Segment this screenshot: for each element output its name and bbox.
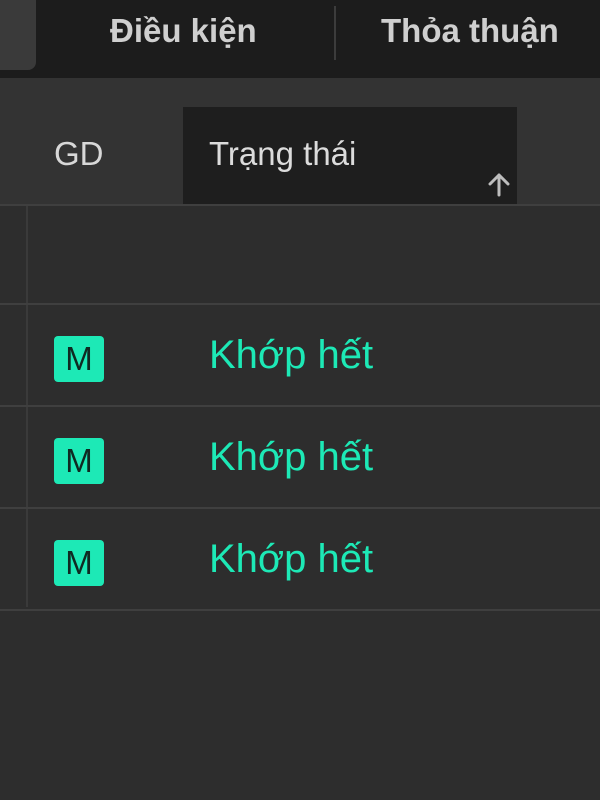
column-header-gd[interactable]: GD (54, 135, 104, 173)
column-header-status[interactable]: Trạng thái (183, 107, 517, 204)
active-tab-edge[interactable] (0, 0, 36, 70)
tab-thoa-thuan[interactable]: Thỏa thuận (381, 0, 559, 62)
orders-table: GD Trạng thái M Khớp hết M Khớp hết M Kh… (0, 78, 600, 611)
status-text: Khớp hết (209, 435, 374, 479)
tab-bar: Điều kiện Thỏa thuận (0, 0, 600, 78)
order-type-badge: M (54, 540, 104, 586)
status-text: Khớp hết (209, 333, 374, 377)
column-header-status-label: Trạng thái (209, 135, 357, 172)
table-row[interactable]: M Khớp hết (0, 407, 600, 509)
tab-divider (334, 6, 336, 60)
arrow-up-icon[interactable] (484, 172, 514, 198)
table-row[interactable]: M Khớp hết (0, 509, 600, 611)
order-type-badge: M (54, 438, 104, 484)
order-type-badge: M (54, 336, 104, 382)
table-header-row: GD Trạng thái (0, 78, 600, 206)
table-row[interactable]: M Khớp hết (0, 305, 600, 407)
table-row-empty (0, 206, 600, 305)
status-text: Khớp hết (209, 537, 374, 581)
tab-dieu-kien[interactable]: Điều kiện (110, 0, 257, 62)
